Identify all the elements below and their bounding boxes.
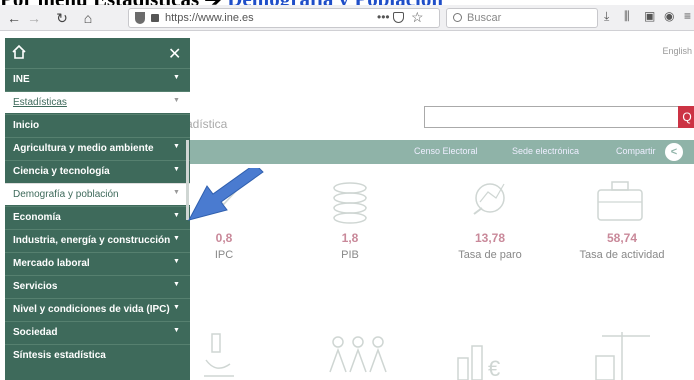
compartir-link[interactable]: Compartir	[616, 146, 656, 156]
sidebar-item-label: Estadísticas	[13, 97, 67, 108]
svg-text:€: €	[488, 356, 500, 380]
sidebar-item-label: Industria, energía y construcción	[13, 235, 171, 246]
site-navbar: Censo Electoral Sede electrónica Compart…	[186, 140, 694, 164]
stat-ipc[interactable]: 0,8 IPC	[196, 231, 252, 261]
browser-toolbar: ← → ↻ ⌂ https://www.ine.es ••• ☆ Buscar …	[0, 5, 694, 31]
lock-icon[interactable]	[151, 14, 159, 22]
sidebar-item-nivel-y-condiciones-de-vida-ipc[interactable]: Nivel y condiciones de vida (IPC) ▼	[5, 298, 190, 320]
sidebar-item-label: Economía	[13, 212, 61, 223]
language-link[interactable]: English	[662, 46, 692, 56]
sidebar-item-label: Síntesis estadística	[13, 350, 106, 361]
crane-icon	[595, 332, 650, 380]
stat-label: PIB	[341, 249, 359, 261]
forward-button[interactable]: →	[24, 8, 44, 28]
sidebar-menu: ✕ INE ▼ Estadísticas ▼ Inicio Agricultura y m…	[5, 38, 190, 380]
stat-pib[interactable]: 1,8 PIB	[322, 231, 378, 261]
sidebar-item-ine[interactable]: INE ▼	[5, 68, 190, 90]
chevron-down-icon[interactable]: ▼	[173, 166, 180, 173]
site-search-input[interactable]	[424, 106, 682, 128]
chevron-down-icon[interactable]: ▼	[173, 281, 180, 288]
sidebar-item-estadisticas[interactable]: Estadísticas ▼	[5, 91, 190, 113]
chevron-down-icon[interactable]: ▼	[173, 189, 180, 196]
sidebar-header: ✕	[5, 38, 190, 68]
sede-electronica-link[interactable]: Sede electrónica	[512, 146, 579, 156]
sidebar-item-label: Mercado laboral	[13, 258, 90, 269]
back-button[interactable]: ←	[4, 8, 24, 28]
sidebar-item-servicios[interactable]: Servicios ▼	[5, 275, 190, 297]
sidebar-item-agricultura-y-medio-ambiente[interactable]: Agricultura y medio ambiente ▼	[5, 137, 190, 159]
sidebar-item-label: Nivel y condiciones de vida (IPC)	[13, 304, 170, 315]
account-icon[interactable]: ◉	[664, 9, 674, 23]
chevron-down-icon[interactable]: ▼	[173, 74, 180, 81]
sidebar-item-economia[interactable]: Economía ▼	[5, 206, 190, 228]
reload-button[interactable]: ↻	[52, 8, 72, 28]
stat-value: 13,78	[474, 231, 506, 245]
sidebar-item-label: Inicio	[13, 120, 40, 131]
sidebar-item-sintesis-estadistica[interactable]: Síntesis estadística	[5, 344, 190, 366]
stat-label: IPC	[214, 249, 234, 261]
page-actions-icon[interactable]: •••	[377, 10, 390, 24]
sidebar-item-label: INE	[13, 74, 30, 85]
stat-value: 58,74	[606, 231, 638, 245]
chevron-down-icon[interactable]: ▼	[173, 258, 180, 265]
bookmark-star-icon[interactable]: ☆	[411, 9, 424, 26]
chevron-down-icon[interactable]: ▼	[173, 212, 180, 219]
stat-value: 1,8	[341, 231, 359, 245]
sidebar-item-label: Ciencia y tecnología	[13, 166, 110, 177]
sidebar-item-inicio[interactable]: Inicio	[5, 114, 190, 136]
sidebar-item-sociedad[interactable]: Sociedad ▼	[5, 321, 190, 343]
stat-tasa-actividad[interactable]: 58,74 Tasa de actividad	[562, 231, 682, 261]
menu-icon[interactable]: ≡	[684, 9, 691, 23]
sidebar-item-label: Demografía y población	[13, 189, 119, 200]
browser-search-bar[interactable]: Buscar	[446, 8, 598, 28]
stat-tasa-paro[interactable]: 13,78 Tasa de paro	[430, 231, 550, 261]
sidebar-item-label: Servicios	[13, 281, 58, 292]
url-text: https://www.ine.es	[165, 12, 254, 24]
sidebar-item-ciencia-y-tecnologia[interactable]: Ciencia y tecnología ▼	[5, 160, 190, 182]
coins-icon	[333, 182, 367, 224]
stat-label: Tasa de actividad	[579, 249, 665, 261]
home-button[interactable]: ⌂	[78, 8, 98, 28]
chevron-down-icon[interactable]: ▼	[173, 235, 180, 242]
pointer-arrow-annotation	[188, 168, 264, 221]
library-icon[interactable]: ⫼	[624, 9, 630, 24]
chevron-down-icon[interactable]: ▼	[173, 143, 180, 150]
briefcase-icon	[597, 181, 643, 221]
sidebar-item-industria-energia-y-construccion[interactable]: Industria, energía y construcción ▼	[5, 229, 190, 251]
sidebar-item-demografia-y-poblacion[interactable]: Demografía y población ▼	[5, 183, 190, 205]
site-subtitle: adística	[186, 117, 228, 131]
address-bar[interactable]: https://www.ine.es ••• ☆	[128, 8, 440, 28]
sidebar-item-label: Sociedad	[13, 327, 58, 338]
chevron-down-icon[interactable]: ▼	[173, 304, 180, 311]
screenshot-root: Por menú Estadísticas ➔ Demografía y Pob…	[0, 0, 694, 380]
download-icon[interactable]: ⤓	[604, 9, 609, 24]
people-icon	[329, 336, 387, 373]
sidebar-item-label: Agricultura y medio ambiente	[13, 143, 154, 154]
magnifier-chart-icon	[473, 183, 505, 215]
sidebar-toggle-icon[interactable]: ▣	[644, 9, 655, 23]
home-icon[interactable]	[11, 44, 27, 60]
site-search-button[interactable]: Q	[678, 106, 694, 128]
close-icon[interactable]: ✕	[168, 44, 181, 64]
stat-label: Tasa de paro	[458, 249, 522, 261]
censo-electoral-link[interactable]: Censo Electoral	[414, 146, 478, 156]
share-icon[interactable]: <	[665, 143, 683, 161]
search-icon	[453, 13, 462, 22]
chevron-down-icon[interactable]: ▼	[173, 97, 180, 104]
microscope-icon	[204, 333, 234, 377]
sidebar-item-mercado-laboral[interactable]: Mercado laboral ▼	[5, 252, 190, 274]
shield-icon[interactable]	[135, 12, 145, 24]
bars-euro-icon: €	[457, 345, 500, 380]
stat-value: 0,8	[215, 231, 233, 245]
pocket-icon[interactable]	[393, 12, 404, 23]
search-placeholder: Buscar	[467, 12, 502, 24]
chevron-down-icon[interactable]: ▼	[173, 327, 180, 334]
